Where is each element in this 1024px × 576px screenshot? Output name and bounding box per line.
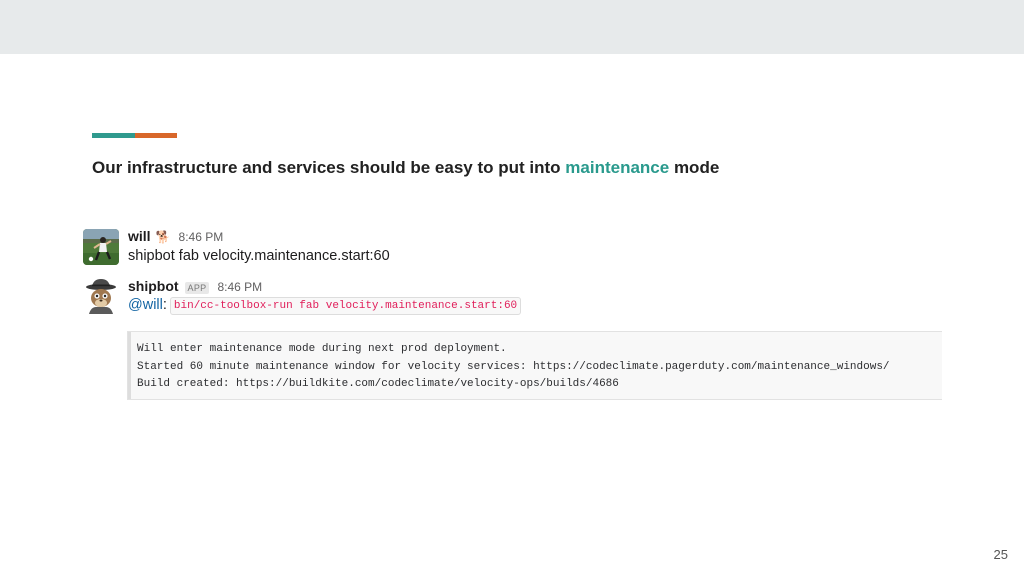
message-header: shipbot APP 8:46 PM <box>128 278 262 294</box>
app-badge: APP <box>184 282 210 294</box>
accent-bar-teal-segment <box>92 133 135 138</box>
slide-title: Our infrastructure and services should b… <box>92 158 719 178</box>
message-author[interactable]: shipbot <box>128 278 179 294</box>
bot-avatar[interactable] <box>83 278 119 314</box>
message-text: shipbot fab velocity.maintenance.start:6… <box>128 248 390 264</box>
code-output-line: Will enter maintenance mode during next … <box>137 343 507 355</box>
status-emoji-icon: 🐕 <box>155 230 171 244</box>
title-accent-bar <box>92 133 177 138</box>
page-number: 25 <box>993 547 1008 562</box>
message-timestamp[interactable]: 8:46 PM <box>179 230 224 244</box>
slide-title-suffix: mode <box>669 158 720 177</box>
mention-separator: : <box>162 297 167 313</box>
inline-code-command: bin/cc-toolbox-run fab velocity.maintena… <box>169 297 522 315</box>
user-avatar[interactable] <box>83 229 119 265</box>
code-output-line: Build created: https://buildkite.com/cod… <box>137 378 619 390</box>
slide-title-text: Our infrastructure and services should b… <box>92 158 566 177</box>
message-author[interactable]: will <box>128 228 151 244</box>
soccer-photo-avatar-icon <box>83 229 119 265</box>
slide-title-highlight: maintenance <box>565 158 670 177</box>
code-output-block: Will enter maintenance mode during next … <box>127 331 942 400</box>
message-header: will 🐕 8:46 PM <box>128 228 223 244</box>
squirrel-fedora-avatar-icon <box>83 278 119 314</box>
slide-top-band <box>0 0 1024 54</box>
message-timestamp[interactable]: 8:46 PM <box>217 280 262 294</box>
message-text: @will: bin/cc-toolbox-run fab velocity.ma… <box>128 297 522 315</box>
code-output-line: Started 60 minute maintenance window for… <box>137 360 890 373</box>
accent-bar-orange-segment <box>135 133 177 138</box>
user-mention-link[interactable]: @will <box>128 297 163 313</box>
